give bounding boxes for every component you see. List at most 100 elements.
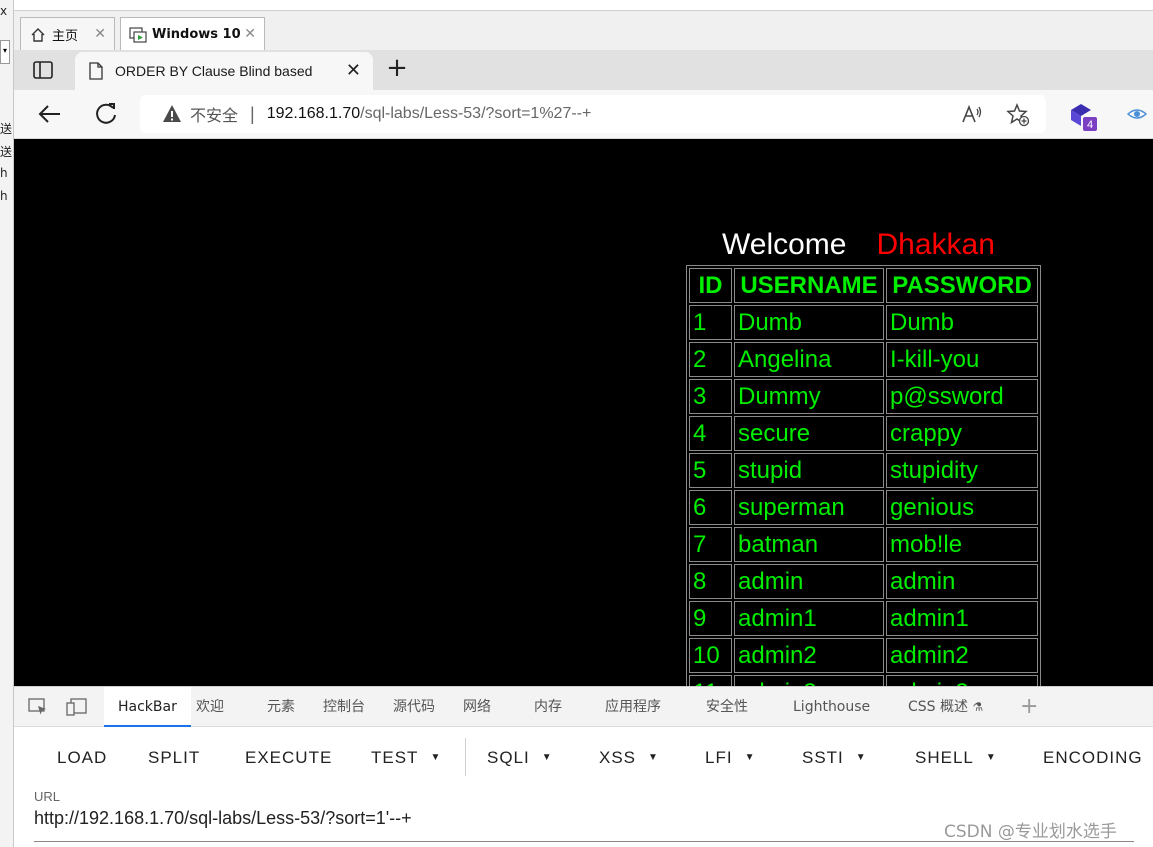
cell-username: secure <box>734 416 884 451</box>
cell-password: stupidity <box>886 453 1038 488</box>
vm-tab-label: Windows 10 <box>152 27 241 42</box>
sqli-label: SQLI <box>487 748 530 767</box>
lfi-dropdown[interactable]: LFI ▼ <box>705 748 755 768</box>
tab-network[interactable]: 网络 <box>463 687 491 727</box>
add-favorite-icon[interactable] <box>1006 103 1030 127</box>
tab-css-overview-label: CSS 概述 <box>908 699 968 715</box>
browser-tab-active[interactable]: ORDER BY Clause Blind based ✕ <box>75 52 373 90</box>
vm-tab-windows10[interactable]: Windows 10 ✕ <box>120 17 265 51</box>
user-name: Dhakkan <box>876 228 995 261</box>
back-icon[interactable] <box>36 100 64 128</box>
close-icon[interactable]: ✕ <box>244 26 256 42</box>
edge-char: h <box>0 189 8 203</box>
ssti-dropdown[interactable]: SSTI ▼ <box>802 748 867 768</box>
split-button[interactable]: SPLIT <box>148 748 200 768</box>
vm-tab-label: 主页 <box>52 29 79 44</box>
cell-password: mob!le <box>886 527 1038 562</box>
cell-id: 6 <box>689 490 732 525</box>
url-field-label: URL <box>34 789 61 804</box>
tab-hackbar[interactable]: HackBar <box>104 687 191 727</box>
edge-char: 送 <box>0 145 13 159</box>
table-body: 1 Dumb Dumb 2 Angelina I-kill-you 3 Dummy p@sswo… <box>689 305 1038 686</box>
table-row: 2 Angelina I-kill-you <box>689 342 1038 377</box>
welcome-heading: Welcome Dhakkan <box>722 228 995 262</box>
close-icon[interactable]: ✕ <box>94 26 106 42</box>
close-icon[interactable]: ✕ <box>346 60 361 81</box>
cell-id: 4 <box>689 416 732 451</box>
shell-dropdown[interactable]: SHELL ▼ <box>915 748 997 768</box>
cell-id: 3 <box>689 379 732 414</box>
more-tabs-icon[interactable]: + <box>1020 687 1038 727</box>
devtools-panel: HackBar 欢迎 元素 控制台 源代码 网络 内存 应用程序 安全性 Lig… <box>14 686 1153 847</box>
cell-password: admin2 <box>886 638 1038 673</box>
tab-console[interactable]: 控制台 <box>323 687 365 727</box>
edge-char: 送 <box>0 122 13 136</box>
lfi-label: LFI <box>705 748 733 767</box>
cell-id: 10 <box>689 638 732 673</box>
url-path: /sql-labs/Less-53/?sort=1%27--+ <box>360 105 592 122</box>
cell-username: admin <box>734 564 884 599</box>
vm-tab-bar: 主页 ✕ Windows 10 ✕ <box>14 10 1153 51</box>
tab-css-overview[interactable]: CSS 概述 ⚗ <box>908 687 983 727</box>
caret-down-icon: ▼ <box>985 752 997 763</box>
tab-welcome[interactable]: 欢迎 <box>196 687 224 727</box>
tab-memory[interactable]: 内存 <box>534 687 562 727</box>
cell-id: 2 <box>689 342 732 377</box>
cell-password: admin <box>886 564 1038 599</box>
cell-password: crappy <box>886 416 1038 451</box>
vm-tab-home[interactable]: 主页 ✕ <box>20 17 115 51</box>
flask-icon: ⚗ <box>972 700 984 714</box>
tab-sources[interactable]: 源代码 <box>393 687 435 727</box>
url-separator: | <box>250 103 255 124</box>
cell-id: 1 <box>689 305 732 340</box>
tab-actions-icon[interactable] <box>32 59 54 81</box>
column-header-username: USERNAME <box>734 268 884 303</box>
cell-username: admin2 <box>734 638 884 673</box>
refresh-icon[interactable] <box>92 100 120 128</box>
cell-password: Dumb <box>886 305 1038 340</box>
cell-username: stupid <box>734 453 884 488</box>
address-bar-row: 不安全 | 192.168.1.70/sql-labs/Less-53/?sor… <box>14 90 1153 139</box>
hackbar-url-input[interactable]: http://192.168.1.70/sql-labs/Less-53/?so… <box>34 808 412 829</box>
encoding-dropdown[interactable]: ENCODING <box>1043 748 1143 768</box>
test-dropdown[interactable]: TEST ▼ <box>371 748 441 768</box>
host-window-edge: x ▾ 送 送 h h <box>0 0 14 847</box>
address-input[interactable]: 不安全 | 192.168.1.70/sql-labs/Less-53/?sor… <box>140 95 1046 133</box>
extension-badge: 4 <box>1087 119 1093 131</box>
tab-lighthouse[interactable]: Lighthouse <box>793 687 870 727</box>
caret-down-icon: ▼ <box>541 752 553 763</box>
cell-password: genious <box>886 490 1038 525</box>
screenshot-root: x ▾ 送 送 h h 主页 ✕ Windows 10 ✕ ORDER BY C… <box>0 0 1153 847</box>
xss-dropdown[interactable]: XSS ▼ <box>599 748 659 768</box>
table-row: 8 admin admin <box>689 564 1038 599</box>
warning-icon <box>163 105 181 122</box>
extension-icon[interactable]: 4 <box>1069 102 1097 131</box>
xss-label: XSS <box>599 748 637 767</box>
sqli-dropdown[interactable]: SQLI ▼ <box>487 748 553 768</box>
device-toolbar-icon[interactable] <box>66 698 87 716</box>
table-row: 4 secure crappy <box>689 416 1038 451</box>
devtools-tab-bar: HackBar 欢迎 元素 控制台 源代码 网络 内存 应用程序 安全性 Lig… <box>14 687 1153 727</box>
new-tab-icon[interactable]: + <box>384 55 410 82</box>
table-row: 1 Dumb Dumb <box>689 305 1038 340</box>
cell-id: 8 <box>689 564 732 599</box>
cell-username: admin1 <box>734 601 884 636</box>
column-header-password: PASSWORD <box>886 268 1038 303</box>
vm-icon <box>129 26 147 44</box>
eye-extension-icon[interactable] <box>1126 104 1153 132</box>
users-table: ID USERNAME PASSWORD 1 Dumb Dumb 2 Angelina I… <box>686 265 1041 686</box>
tab-security[interactable]: 安全性 <box>706 687 748 727</box>
host-dropdown[interactable]: ▾ <box>0 40 10 64</box>
tab-application[interactable]: 应用程序 <box>605 687 661 727</box>
caret-down-icon: ▼ <box>855 752 867 763</box>
cell-username: Angelina <box>734 342 884 377</box>
tab-elements[interactable]: 元素 <box>267 687 295 727</box>
welcome-text: Welcome <box>722 228 847 261</box>
load-button[interactable]: LOAD <box>57 748 107 768</box>
execute-button[interactable]: EXECUTE <box>245 748 332 768</box>
cell-username: Dummy <box>734 379 884 414</box>
read-aloud-icon[interactable] <box>960 103 984 127</box>
inspect-icon[interactable] <box>28 698 48 716</box>
watermark: CSDN @专业划水选手 <box>944 822 1117 842</box>
toolbar-divider <box>465 738 466 776</box>
